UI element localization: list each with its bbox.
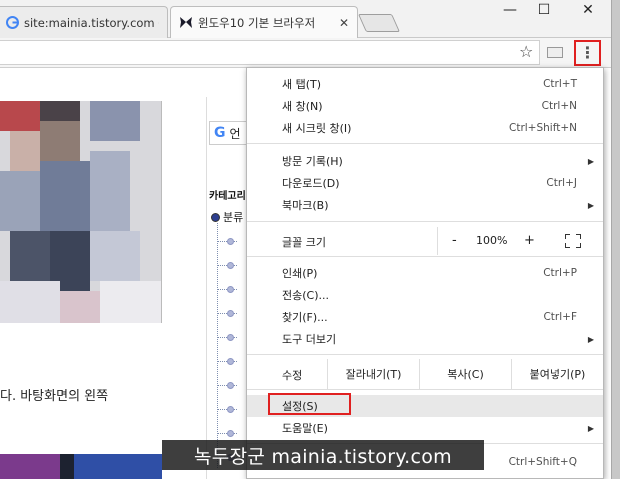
menu-separator: [247, 221, 603, 222]
bottom-banner: [0, 454, 162, 479]
menu-item-shortcut: Ctrl+J: [546, 177, 577, 189]
menu-separator: [247, 143, 603, 144]
cut-button[interactable]: 잘라내기(T): [327, 359, 419, 389]
menu-item-shortcut: Ctrl+N: [541, 100, 577, 112]
menu-item-label: 도움말(E): [282, 422, 328, 435]
menu-item-downloads[interactable]: 다운로드(D) Ctrl+J: [247, 172, 603, 194]
category-root-label: 분류: [223, 211, 244, 224]
butterfly-icon: [179, 16, 193, 30]
tree-node[interactable]: [227, 238, 234, 245]
maximize-button[interactable]: ☐: [522, 0, 566, 20]
window-frame-edge: [611, 0, 620, 479]
zoom-in-button[interactable]: +: [524, 233, 535, 248]
menu-item-label: 새 탭(T): [282, 78, 322, 91]
category-icon: [211, 212, 220, 222]
tree-node[interactable]: [227, 334, 234, 341]
menu-separator: [247, 354, 603, 355]
submenu-arrow-icon: ▶: [587, 200, 594, 210]
google-icon: G: [214, 125, 226, 141]
chrome-menu: 새 탭(T) Ctrl+T 새 창(N) Ctrl+N 새 시크릿 창(I) C…: [246, 67, 604, 479]
menu-item-label: 방문 기록(H): [282, 155, 343, 168]
menu-item-shortcut: Ctrl+Shift+Q: [508, 456, 577, 468]
pixelated-photo: [0, 101, 162, 323]
tab-search-results[interactable]: site:mainia.tistory.com 윈: [0, 6, 168, 38]
tab-title: 윈도우10 기본 브라우저: [198, 15, 316, 30]
menu-separator: [247, 389, 603, 390]
menu-item-find[interactable]: 찾기(F)... Ctrl+F: [247, 306, 603, 328]
tree-node[interactable]: [227, 406, 234, 413]
menu-item-bookmarks[interactable]: 북마크(B) ▶: [247, 194, 603, 216]
tab-title: site:mainia.tistory.com 윈: [24, 15, 159, 30]
article-text: 다. 바탕화면의 왼쪽: [0, 389, 109, 404]
category-root[interactable]: 분류: [211, 209, 243, 225]
menu-item-label: 새 창(N): [282, 100, 323, 113]
tree-node[interactable]: [227, 262, 234, 269]
menu-item-help[interactable]: 도움말(E) ▶: [247, 417, 603, 439]
zoom-controls: - 100% +: [437, 227, 603, 255]
star-icon[interactable]: ☆: [519, 44, 533, 60]
menu-item-more-tools[interactable]: 도구 더보기 ▶: [247, 328, 603, 350]
zoom-value: 100%: [476, 234, 508, 247]
menu-item-new-window[interactable]: 새 창(N) Ctrl+N: [247, 95, 603, 117]
menu-item-shortcut: Ctrl+T: [543, 78, 577, 90]
google-icon: [5, 16, 19, 30]
menu-item-shortcut: Ctrl+P: [543, 267, 577, 279]
close-window-button[interactable]: ✕: [566, 0, 610, 20]
zoom-label: 글꼴 크기: [282, 236, 326, 249]
menu-item-history[interactable]: 방문 기록(H) ▶: [247, 150, 603, 172]
close-tab-icon[interactable]: ✕: [339, 16, 349, 30]
three-dot-menu-icon: ⋮: [579, 43, 596, 62]
menu-item-label: 새 시크릿 창(I): [282, 122, 352, 135]
menu-item-print[interactable]: 인쇄(P) Ctrl+P: [247, 262, 603, 284]
cast-extension-icon[interactable]: [547, 47, 563, 58]
zoom-out-button[interactable]: -: [452, 233, 457, 248]
menu-item-label: 인쇄(P): [282, 267, 318, 280]
menu-item-cast[interactable]: 전송(C)...: [247, 284, 603, 306]
category-tree-line: [217, 223, 218, 468]
submenu-arrow-icon: ▶: [587, 156, 594, 166]
menu-item-shortcut: Ctrl+Shift+N: [509, 122, 577, 134]
new-tab-button[interactable]: [357, 14, 401, 32]
tree-node[interactable]: [227, 430, 234, 437]
chrome-menu-button[interactable]: ⋮: [574, 40, 601, 66]
tree-node[interactable]: [227, 382, 234, 389]
address-bar[interactable]: [0, 40, 540, 65]
tab-active[interactable]: 윈도우10 기본 브라우저 ✕: [170, 6, 358, 38]
edit-label: 수정: [282, 369, 303, 382]
menu-separator: [247, 256, 603, 257]
menu-item-label: 전송(C)...: [282, 289, 329, 302]
copy-button[interactable]: 복사(C): [419, 359, 511, 389]
settings-highlight-box: [268, 393, 351, 415]
menu-item-label: 다운로드(D): [282, 177, 340, 190]
menu-item-label: 찾기(F)...: [282, 311, 328, 324]
search-label: 언: [229, 126, 241, 141]
category-title: 카테고리: [209, 191, 246, 202]
tree-node[interactable]: [227, 286, 234, 293]
tree-node[interactable]: [227, 358, 234, 365]
submenu-arrow-icon: ▶: [587, 423, 594, 433]
menu-item-incognito[interactable]: 새 시크릿 창(I) Ctrl+Shift+N: [247, 117, 603, 139]
menu-item-new-tab[interactable]: 새 탭(T) Ctrl+T: [247, 73, 603, 95]
menu-item-label: 도구 더보기: [282, 333, 337, 346]
submenu-arrow-icon: ▶: [587, 334, 594, 344]
edit-row: 수정 잘라내기(T) 복사(C) 붙여넣기(P): [247, 359, 603, 389]
menu-item-shortcut: Ctrl+F: [543, 311, 577, 323]
toolbar: ☆ ⋮: [0, 38, 611, 68]
title-bar: site:mainia.tistory.com 윈 윈도우10 기본 브라우저 …: [0, 0, 620, 38]
paste-button[interactable]: 붙여넣기(P): [511, 359, 603, 389]
tree-node[interactable]: [227, 310, 234, 317]
watermark: 녹두장군 mainia.tistory.com: [162, 440, 484, 470]
zoom-row: 글꼴 크기 - 100% +: [247, 227, 603, 255]
menu-item-label: 북마크(B): [282, 199, 329, 212]
fullscreen-icon[interactable]: [565, 234, 581, 248]
